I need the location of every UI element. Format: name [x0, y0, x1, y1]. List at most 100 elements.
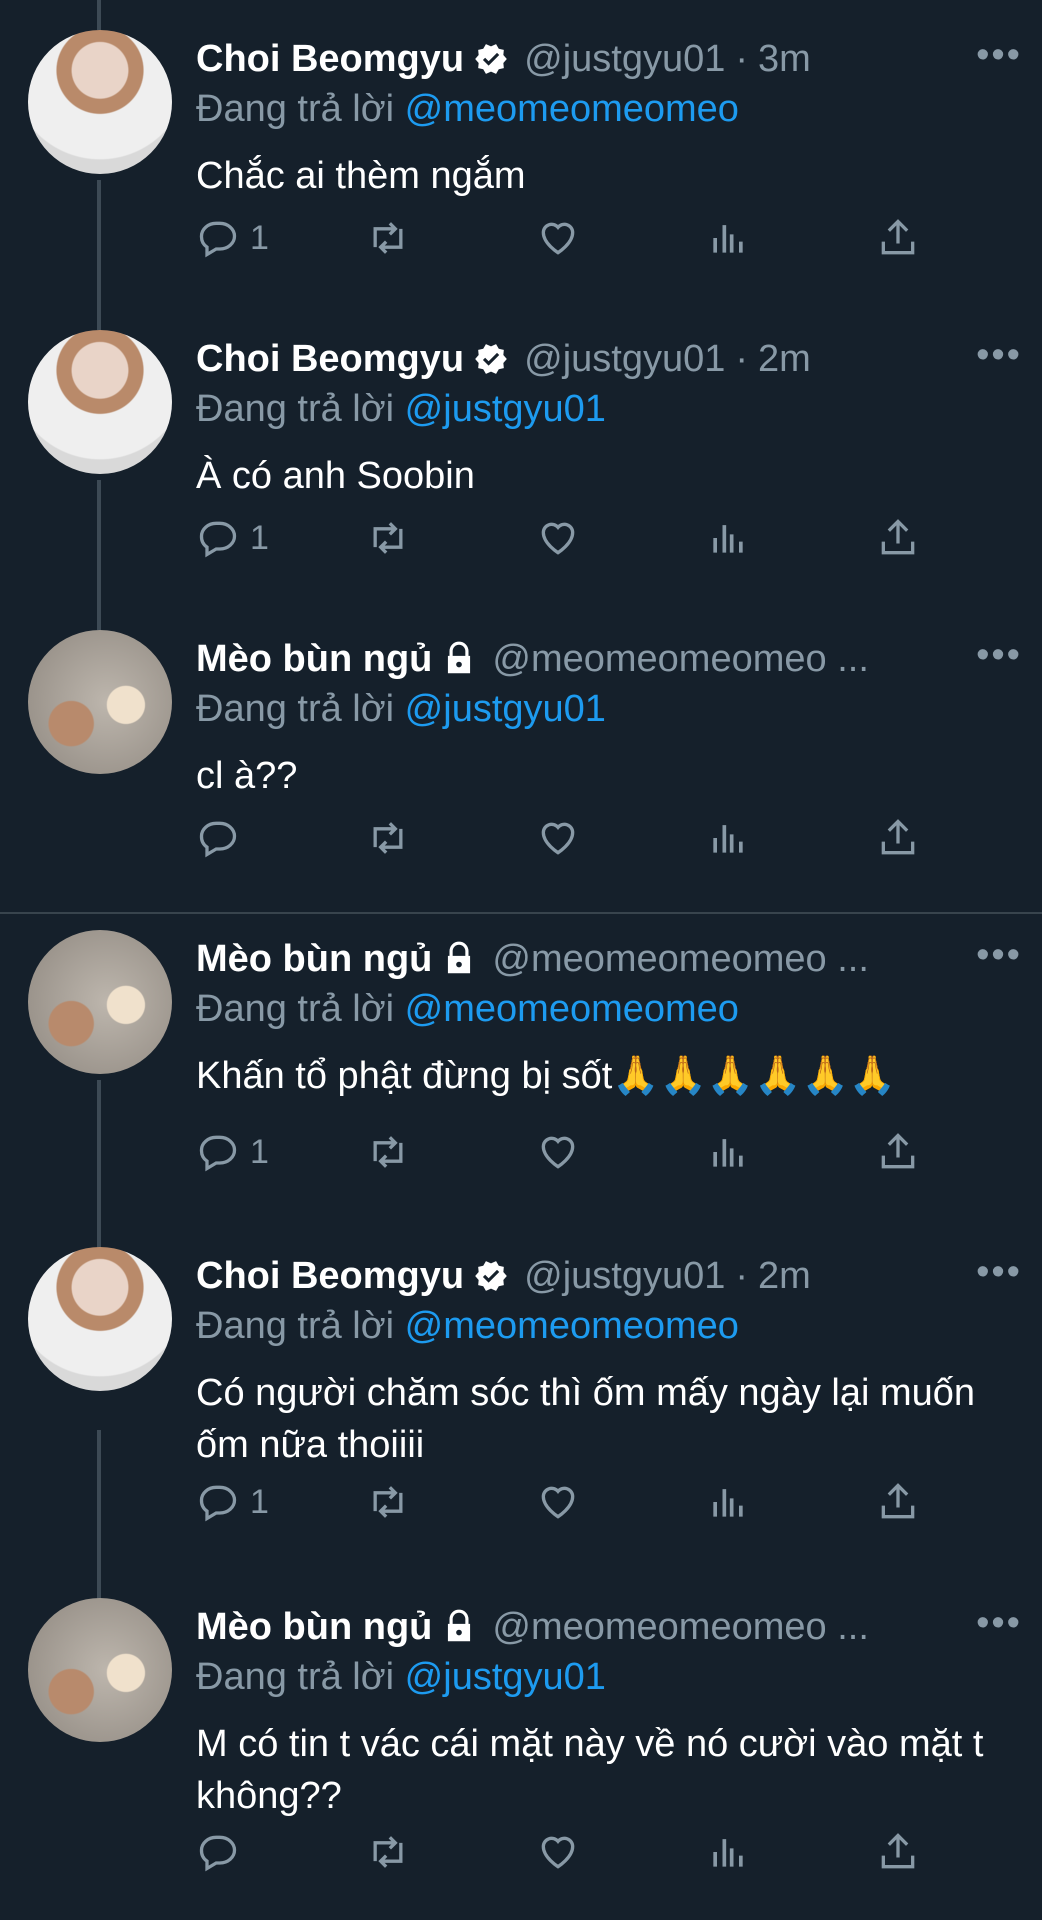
- retweet-icon: [373, 1136, 403, 1168]
- conversation-divider: [0, 912, 1042, 914]
- retweet-button[interactable]: [366, 516, 410, 560]
- timestamp[interactable]: 2m: [758, 1255, 811, 1298]
- analytics-button[interactable]: [706, 1830, 750, 1874]
- reply-count: 1: [250, 218, 269, 257]
- share-button[interactable]: [876, 1480, 920, 1524]
- display-name[interactable]: Choi Beomgyu: [196, 38, 464, 81]
- mention-link[interactable]: @meomeomeomeo: [405, 988, 739, 1030]
- reply-button[interactable]: [196, 1830, 240, 1874]
- like-button[interactable]: [536, 1130, 580, 1174]
- more-dots-icon[interactable]: •••: [976, 634, 1022, 677]
- analytics-icon: [713, 1139, 743, 1167]
- replying-to: Đang trả lời @meomeomeomeo: [196, 1301, 1022, 1351]
- reply-button[interactable]: 1: [196, 516, 269, 560]
- user-handle[interactable]: @justgyu01: [524, 338, 725, 381]
- verified-badge-icon: [475, 1261, 507, 1291]
- heart-icon: [541, 222, 575, 255]
- more-dots-icon[interactable]: •••: [976, 1251, 1022, 1294]
- reply-icon: [199, 1835, 237, 1872]
- separator-dot: ·: [735, 1254, 749, 1297]
- reply-icon: [199, 1485, 237, 1522]
- analytics-button[interactable]: [706, 516, 750, 560]
- heart-icon: [541, 822, 575, 855]
- like-button[interactable]: [536, 816, 580, 860]
- heart-icon: [541, 1136, 575, 1169]
- lock-icon: [448, 1609, 471, 1642]
- more-dots-icon[interactable]: •••: [976, 934, 1022, 977]
- replying-to: Đang trả lời @meomeomeomeo: [196, 984, 1022, 1034]
- thread-connector: [97, 0, 101, 30]
- reply-icon: [199, 521, 237, 558]
- display-name[interactable]: Mèo bùn ngủ: [196, 638, 432, 681]
- like-button[interactable]: [536, 516, 580, 560]
- share-button[interactable]: [876, 516, 920, 560]
- reply-count: 1: [250, 1482, 269, 1521]
- analytics-button[interactable]: [706, 1130, 750, 1174]
- tweet-text: Chắc ai thèm ngắm: [196, 155, 526, 197]
- mention-link[interactable]: @justgyu01: [405, 1656, 606, 1698]
- display-name[interactable]: Choi Beomgyu: [196, 338, 464, 381]
- retweet-icon: [373, 522, 403, 554]
- retweet-button[interactable]: [366, 816, 410, 860]
- retweet-button[interactable]: [366, 216, 410, 260]
- replying-to: Đang trả lời @meomeomeomeo: [196, 84, 1022, 134]
- reply-prefix: Đang trả lời: [196, 88, 395, 130]
- reply-button[interactable]: 1: [196, 216, 269, 260]
- heart-icon: [541, 1836, 575, 1869]
- analytics-button[interactable]: [706, 216, 750, 260]
- avatar[interactable]: [28, 930, 172, 1074]
- like-button[interactable]: [536, 216, 580, 260]
- display-name[interactable]: Mèo bùn ngủ: [196, 938, 432, 981]
- mention-link[interactable]: @justgyu01: [405, 688, 606, 730]
- more-dots-icon[interactable]: •••: [976, 334, 1022, 377]
- analytics-icon: [713, 225, 743, 253]
- like-button[interactable]: [536, 1480, 580, 1524]
- share-icon: [881, 1833, 915, 1869]
- share-button[interactable]: [876, 816, 920, 860]
- avatar[interactable]: [28, 630, 172, 774]
- reply-prefix: Đang trả lời: [196, 388, 395, 430]
- lock-icon: [448, 641, 471, 674]
- user-handle[interactable]: @meomeomeomeo ...: [492, 638, 869, 681]
- more-dots-icon[interactable]: •••: [976, 1602, 1022, 1645]
- share-button[interactable]: [876, 1830, 920, 1874]
- tweet-actions: [196, 1822, 936, 1882]
- retweet-button[interactable]: [366, 1130, 410, 1174]
- display-name[interactable]: Mèo bùn ngủ: [196, 1606, 432, 1649]
- reply-icon: [199, 821, 237, 858]
- retweet-icon: [373, 822, 403, 854]
- reply-icon: [199, 1135, 237, 1172]
- reply-button[interactable]: 1: [196, 1480, 269, 1524]
- user-handle[interactable]: @justgyu01: [524, 1255, 725, 1298]
- timestamp[interactable]: 3m: [758, 38, 811, 81]
- more-dots-icon[interactable]: •••: [976, 34, 1022, 77]
- user-handle[interactable]: @meomeomeomeo ...: [492, 1606, 869, 1649]
- analytics-button[interactable]: [706, 1480, 750, 1524]
- reply-button[interactable]: [196, 816, 240, 860]
- avatar[interactable]: [28, 1598, 172, 1742]
- retweet-icon: [373, 222, 403, 254]
- tweet-text: Khấn tổ phật đừng bị sốt🙏🙏🙏🙏🙏🙏: [196, 1055, 897, 1097]
- mention-link[interactable]: @meomeomeomeo: [405, 1305, 739, 1347]
- tweet-actions: [196, 808, 936, 868]
- like-button[interactable]: [536, 1830, 580, 1874]
- share-button[interactable]: [876, 216, 920, 260]
- retweet-icon: [373, 1836, 403, 1868]
- lock-icon: [448, 941, 471, 974]
- mention-link[interactable]: @meomeomeomeo: [405, 88, 739, 130]
- analytics-button[interactable]: [706, 816, 750, 860]
- tweet-text: cl à??: [196, 755, 298, 797]
- avatar[interactable]: [28, 30, 172, 174]
- user-handle[interactable]: @meomeomeomeo ...: [492, 938, 869, 981]
- retweet-button[interactable]: [366, 1830, 410, 1874]
- avatar[interactable]: [28, 330, 172, 474]
- share-button[interactable]: [876, 1130, 920, 1174]
- timestamp[interactable]: 2m: [758, 338, 811, 381]
- display-name[interactable]: Choi Beomgyu: [196, 1255, 464, 1298]
- reply-button[interactable]: 1: [196, 1130, 269, 1174]
- analytics-icon: [713, 825, 743, 853]
- user-handle[interactable]: @justgyu01: [524, 38, 725, 81]
- mention-link[interactable]: @justgyu01: [405, 388, 606, 430]
- retweet-button[interactable]: [366, 1480, 410, 1524]
- avatar[interactable]: [28, 1247, 172, 1391]
